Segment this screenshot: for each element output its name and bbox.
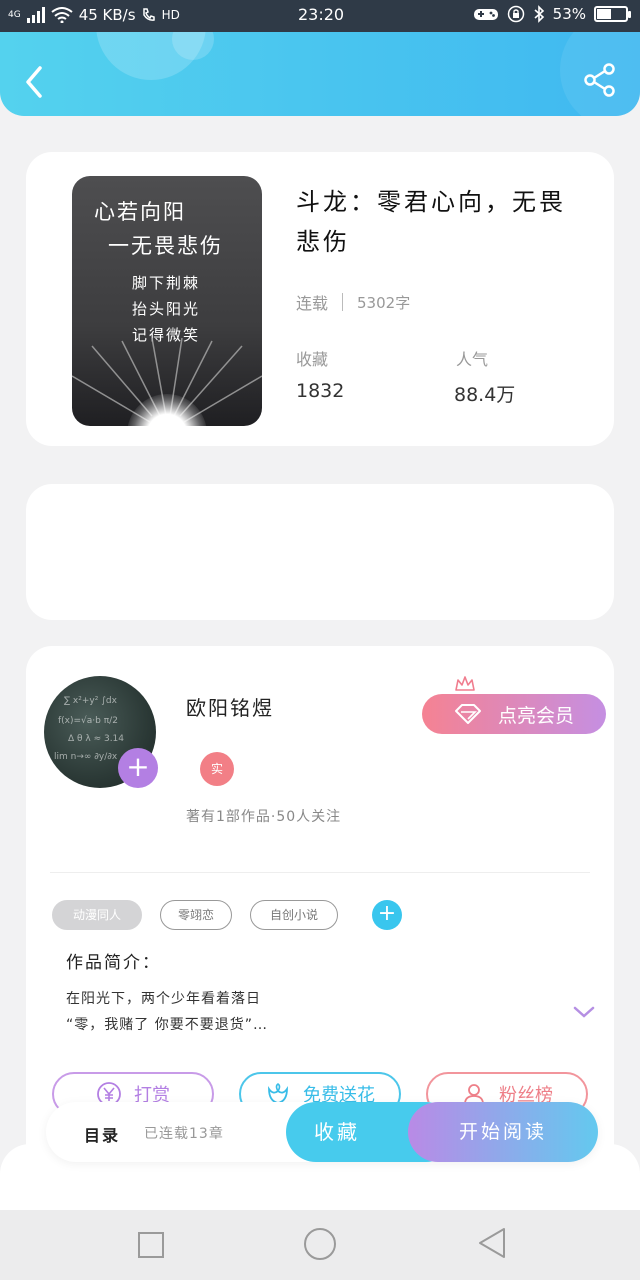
favorites-label: 收藏 (296, 350, 329, 369)
verified-badge: 实 (200, 752, 234, 786)
cover-line: 心若向阳 (94, 200, 186, 224)
chalk-decor: lim n→∞ ∂y/∂x (54, 752, 118, 762)
battery-level (597, 9, 611, 19)
book-cover[interactable]: 心若向阳 一无畏悲伤 脚下荆棘 抬头阳光 记得微笑 (72, 176, 262, 426)
bluetooth-icon (534, 5, 544, 23)
favorites-value: 1832 (296, 380, 345, 402)
word-count: 5302字 (357, 293, 411, 312)
chalk-decor: f(x)=√a·b π/2 (58, 716, 118, 726)
crown-icon (455, 676, 475, 691)
start-reading-button[interactable]: 开始阅读 (408, 1102, 598, 1162)
cover-line: 一无畏悲伤 (108, 234, 223, 258)
header-bar: 4G 45 KB/s HD 23:20 53% (0, 0, 640, 116)
book-info-card: 心若向阳 一无畏悲伤 脚下荆棘 抬头阳光 记得微笑 斗龙：零君心向，无畏悲伤 连… (26, 152, 614, 446)
diamond-icon (454, 704, 481, 724)
cover-line: 脚下荆棘 (132, 274, 201, 292)
recent-apps-icon[interactable] (136, 1230, 166, 1260)
signal-icon (26, 7, 45, 23)
tag-item[interactable]: 零翊恋 (160, 900, 232, 930)
network-label: 4G (8, 10, 21, 20)
intro-title: 作品简介： (66, 953, 161, 973)
chalk-decor: ∑ x²+y² ∫dx (64, 696, 117, 706)
serial-status: 连载 (296, 294, 329, 313)
divider (342, 293, 344, 311)
tag-item[interactable]: 动漫同人 (52, 900, 142, 930)
bottom-action-bar: 目录 已连载13章 收藏 开始阅读 (46, 1102, 598, 1162)
home-icon[interactable] (302, 1226, 338, 1262)
intro-text: 在阳光下，两个少年看着落日 “零，我赌了 你要不要退货”… (66, 986, 536, 1038)
network-speed: 45 KB/s (78, 6, 136, 24)
follow-add-button[interactable]: + (118, 748, 158, 788)
add-tag-button[interactable]: + (372, 900, 402, 930)
hd-label: HD (161, 8, 180, 22)
battery-percent: 53% (552, 5, 586, 23)
author-meta: 著有1部作品·50人关注 (186, 809, 342, 825)
chalk-decor: Δ θ λ ≈ 3.14 (68, 734, 125, 744)
rotation-lock-icon (507, 5, 524, 23)
popularity-label: 人气 (456, 350, 489, 369)
wifi-icon (51, 7, 73, 23)
back-nav-icon[interactable] (476, 1226, 508, 1260)
back-button[interactable] (20, 62, 52, 102)
status-bar: 4G 45 KB/s HD 23:20 53% (0, 0, 640, 32)
book-status-row: 连载 5302字 (296, 290, 410, 314)
cover-line: 抬头阳光 (132, 300, 201, 318)
vip-button[interactable]: 点亮会员 (422, 694, 606, 734)
divider (50, 872, 590, 873)
system-nav-bar (0, 1210, 640, 1280)
book-title: 斗龙：零君心向，无畏悲伤 (296, 188, 566, 256)
chapter-count: 已连载13章 (144, 1126, 224, 1142)
call-icon (142, 8, 155, 21)
empty-card (26, 484, 614, 620)
share-icon (584, 63, 615, 97)
intro-line: “零，我赌了 你要不要退货”… (66, 1017, 268, 1033)
tag-item[interactable]: 自创小说 (250, 900, 338, 930)
vip-button-label: 点亮会员 (497, 704, 574, 727)
share-button[interactable] (582, 62, 618, 98)
chevron-left-icon (26, 66, 42, 98)
chevron-down-icon (573, 1006, 595, 1018)
clock: 23:20 (298, 5, 345, 24)
popularity-value: 88.4万 (454, 384, 516, 406)
author-name[interactable]: 欧阳铭煜 (186, 692, 274, 721)
toc-button[interactable]: 目录 (84, 1122, 120, 1146)
gamepad-icon (473, 9, 498, 20)
intro-line: 在阳光下，两个少年看着落日 (66, 991, 261, 1007)
battery-icon (594, 6, 631, 22)
expand-intro-button[interactable] (572, 1004, 596, 1024)
